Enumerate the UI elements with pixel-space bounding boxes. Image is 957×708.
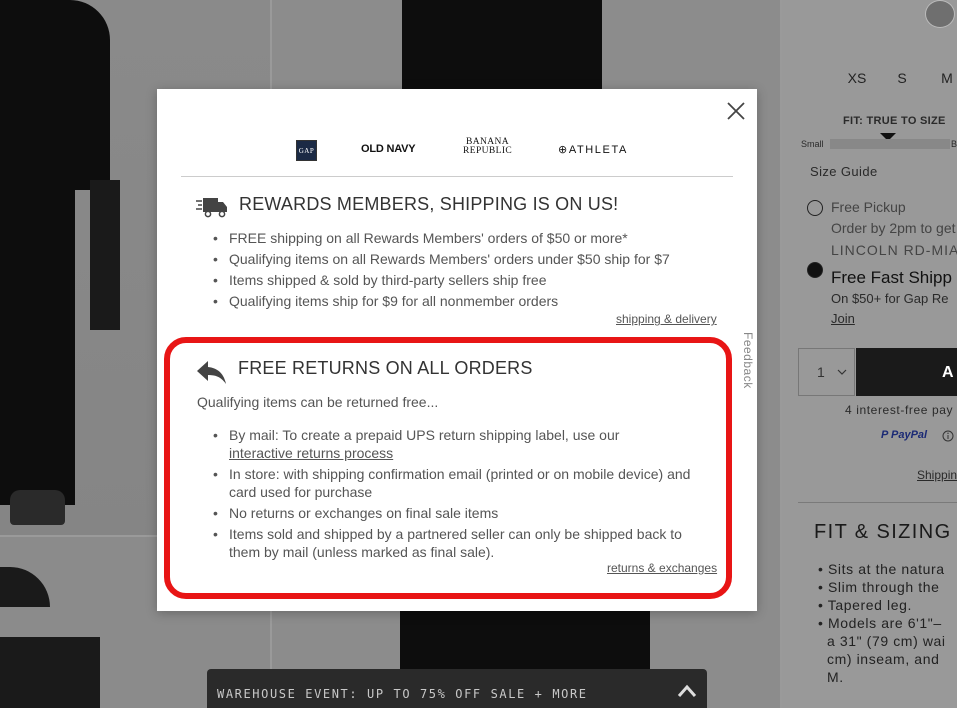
fit-small-label: Small [801, 139, 824, 149]
shipping-sub: On $50+ for Gap Re [831, 291, 949, 306]
paypal-icon[interactable]: P PayPal [881, 429, 927, 441]
fit-bullet: M. [818, 669, 844, 685]
fit-bullet: • Models are 6'1"– [818, 615, 942, 631]
size-m[interactable]: M [928, 59, 957, 97]
size-s[interactable]: S [883, 59, 921, 97]
fit-big-label: B [951, 139, 957, 149]
old-navy-logo: OLD NAVY [361, 143, 416, 155]
banana-republic-logo: BANANA REPUBLIC [463, 137, 513, 156]
list-item: Qualifying items ship for $9 for all non… [213, 291, 733, 312]
shipping-title: REWARDS MEMBERS, SHIPPING IS ON US! [239, 194, 619, 214]
size-xs[interactable]: XS [838, 59, 876, 97]
fit-bullet: • Slim through the [818, 579, 940, 595]
shipping-radio[interactable] [807, 262, 823, 278]
athleta-logo: ⊕ATHLETA [558, 144, 628, 156]
quantity-select[interactable]: 1 [798, 348, 855, 396]
chevron-up-icon[interactable] [677, 681, 697, 701]
feedback-tab[interactable]: Feedback [739, 332, 755, 394]
fit-scale-bar [830, 139, 950, 149]
list-item: Qualifying items on all Rewards Members'… [213, 249, 733, 270]
size-guide-link[interactable]: Size Guide [810, 164, 878, 179]
fit-sizing-title[interactable]: FIT & SIZING [814, 521, 952, 544]
shipping-link[interactable]: Shippin [917, 468, 957, 482]
shipping-list: FREE shipping on all Rewards Members' or… [213, 228, 733, 312]
quantity-value: 1 [817, 364, 825, 380]
shipping-label: Free Fast Shipp [831, 268, 952, 287]
highlight-box [164, 337, 732, 599]
fit-label: FIT: TRUE TO SIZE [843, 115, 946, 127]
color-swatch[interactable] [925, 0, 955, 28]
interest-free-text: 4 interest-free pay [845, 403, 954, 417]
pickup-label: Free Pickup [831, 199, 906, 215]
info-icon[interactable] [942, 430, 954, 442]
pickup-sub: Order by 2pm to get [831, 220, 956, 236]
banner-text: WAREHOUSE EVENT: UP TO 75% OFF SALE + MO… [217, 687, 588, 701]
close-icon[interactable] [724, 99, 748, 123]
join-link[interactable]: Join [831, 311, 855, 326]
truck-icon [196, 198, 227, 218]
banana-republic-line2: REPUBLIC [463, 146, 513, 156]
brand-logos: GAP OLD NAVY BANANA REPUBLIC ⊕ATHLETA [181, 137, 733, 177]
store-name[interactable]: LINCOLN RD-MIAM [831, 242, 957, 258]
gap-logo: GAP [296, 140, 317, 161]
fit-bullet: a 31" (79 cm) wai [818, 633, 946, 649]
list-item: Items shipped & sold by third-party sell… [213, 270, 733, 291]
fit-bullet: cm) inseam, and [818, 651, 940, 667]
pickup-radio[interactable] [807, 200, 823, 216]
fit-bullet: • Sits at the natura [818, 561, 945, 577]
add-to-bag-button[interactable]: A [856, 348, 957, 396]
list-item: FREE shipping on all Rewards Members' or… [213, 228, 733, 249]
chevron-down-icon [837, 369, 847, 375]
fit-bullet: • Tapered leg. [818, 597, 912, 613]
fit-bullets: • Sits at the natura • Slim through the … [818, 560, 946, 686]
divider [798, 502, 957, 503]
warehouse-event-banner[interactable]: WAREHOUSE EVENT: UP TO 75% OFF SALE + MO… [207, 669, 707, 708]
shipping-delivery-link[interactable]: shipping & delivery [616, 312, 717, 326]
